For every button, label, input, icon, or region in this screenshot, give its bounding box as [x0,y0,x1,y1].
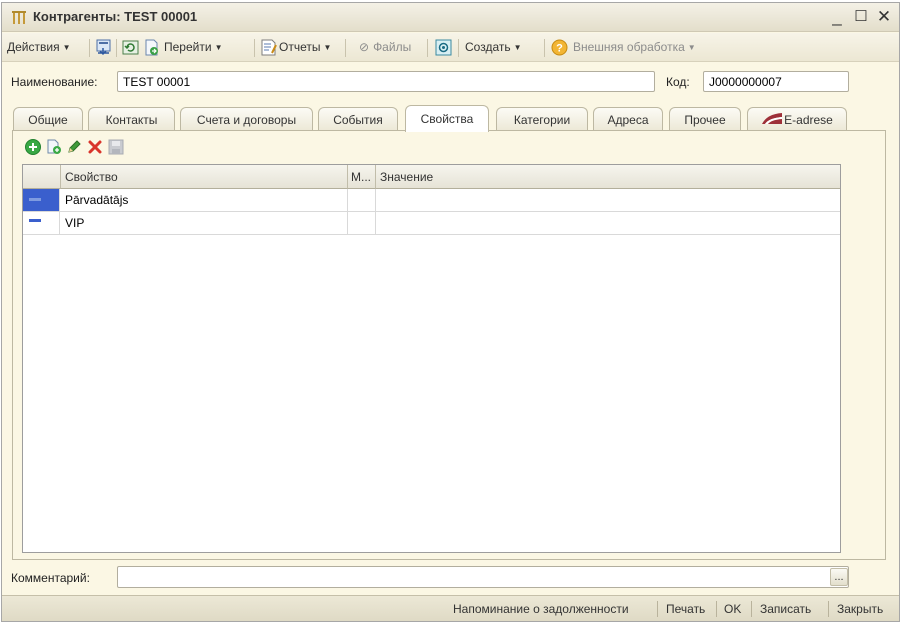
debt-reminder-button[interactable]: Напоминание о задолженности [453,602,629,616]
tab-e-adrese[interactable]: E-adrese [747,107,847,131]
name-label: Наименование: [11,75,98,89]
document-go-icon[interactable] [143,39,160,56]
ok-button[interactable]: OK [724,602,741,616]
email-icon[interactable] [435,39,452,56]
window: Контрагенты: TEST 00001 _ ☐ ✕ Действия ▼ … [1,2,900,622]
window-title: Контрагенты: TEST 00001 [33,9,198,24]
reports-menu[interactable]: Отчеты ▼ [279,40,331,54]
files-button[interactable]: ⊘ Файлы [359,40,411,54]
column-header-m[interactable]: М... [348,165,376,189]
column-header-property[interactable]: Свойство [61,165,348,189]
cell-property[interactable]: Pārvadātājs [61,189,348,211]
goto-label: Перейти [164,40,212,54]
table-row[interactable]: Pārvadātājs [23,189,840,212]
dropdown-arrow-icon: ▼ [513,43,522,52]
actions-label: Действия [7,40,60,54]
code-field[interactable]: J0000000007 [703,71,849,92]
toolbar-separator [544,39,545,57]
column-header-value[interactable]: Значение [376,165,840,189]
toolbar: Действия ▼ Перейти ▼ Отчеты ▼ ⊘ Файлы Со… [2,33,899,62]
dropdown-arrow-icon: ▼ [62,43,71,52]
save-to-list-icon[interactable] [95,39,112,56]
tab-contacts[interactable]: Контакты [88,107,175,131]
refresh-icon[interactable] [122,39,139,56]
goto-menu[interactable]: Перейти ▼ [164,40,222,54]
tab-properties[interactable]: Свойства [405,105,489,132]
print-button[interactable]: Печать [666,602,705,616]
button-separator [716,601,717,617]
tab-addresses[interactable]: Адреса [593,107,663,131]
tab-events[interactable]: События [318,107,398,131]
minimize-button[interactable]: _ [828,7,846,27]
bottom-button-bar: Напоминание о задолженности Печать OK За… [2,595,899,621]
button-separator [828,601,829,617]
files-label: Файлы [373,40,412,54]
name-field[interactable]: TEST 00001 [117,71,655,92]
create-label: Создать [465,40,511,54]
cell-value[interactable] [376,189,840,211]
external-processing-label: Внешняя обработка [573,40,685,54]
comment-label: Комментарий: [11,571,90,585]
copy-icon[interactable] [46,139,62,155]
catalog-icon [12,11,26,24]
latvia-flag-icon [762,113,783,124]
button-separator [751,601,752,617]
cell-property[interactable]: VIP [61,212,348,234]
tab-other[interactable]: Прочее [669,107,741,131]
toolbar-separator [458,39,459,57]
code-label: Код: [666,75,690,89]
reports-label: Отчеты [279,40,321,54]
save-button[interactable]: Записать [760,602,811,616]
property-icon [29,198,41,201]
table-row[interactable]: VIP [23,212,840,235]
actions-menu[interactable]: Действия ▼ [7,40,71,54]
close-window-button[interactable]: ✕ [875,7,893,27]
dropdown-arrow-icon: ▼ [323,43,332,52]
close-button[interactable]: Закрыть [837,602,883,616]
toolbar-separator [427,39,428,57]
title-bar: Контрагенты: TEST 00001 _ ☐ ✕ [2,3,899,32]
comment-field[interactable] [117,566,849,588]
cell-m[interactable] [348,189,376,211]
cell-m[interactable] [348,212,376,234]
cell-value[interactable] [376,212,840,234]
help-icon[interactable]: ? [551,39,568,56]
dropdown-arrow-icon: ▼ [687,43,696,52]
toolbar-separator [116,39,117,57]
comment-select-button[interactable]: ... [830,568,848,586]
tab-general[interactable]: Общие [13,107,83,131]
svg-text:?: ? [556,43,563,55]
row-marker-header [23,165,61,189]
create-menu[interactable]: Создать ▼ [465,40,522,54]
tab-accounts-contracts[interactable]: Счета и договоры [180,107,313,131]
toolbar-separator [345,39,346,57]
toolbar-separator [254,39,255,57]
properties-table: Свойство М... Значение Pārvadātājs VIP [22,164,841,553]
property-icon [29,219,41,222]
save-disabled-icon [108,139,124,155]
tab-categories[interactable]: Категории [496,107,588,131]
delete-icon[interactable] [87,139,103,155]
dropdown-arrow-icon: ▼ [214,43,223,52]
row-marker [23,212,60,234]
maximize-button[interactable]: ☐ [852,7,870,27]
paperclip-icon: ⊘ [359,40,370,54]
button-separator [657,601,658,617]
row-selected-marker [23,189,60,211]
toolbar-separator [89,39,90,57]
external-processing-menu[interactable]: Внешняя обработка ▼ [573,40,696,54]
add-icon[interactable] [25,139,41,155]
edit-pencil-icon[interactable] [66,139,82,155]
tab-e-adrese-label: E-adrese [784,113,833,127]
report-icon[interactable] [260,39,277,56]
